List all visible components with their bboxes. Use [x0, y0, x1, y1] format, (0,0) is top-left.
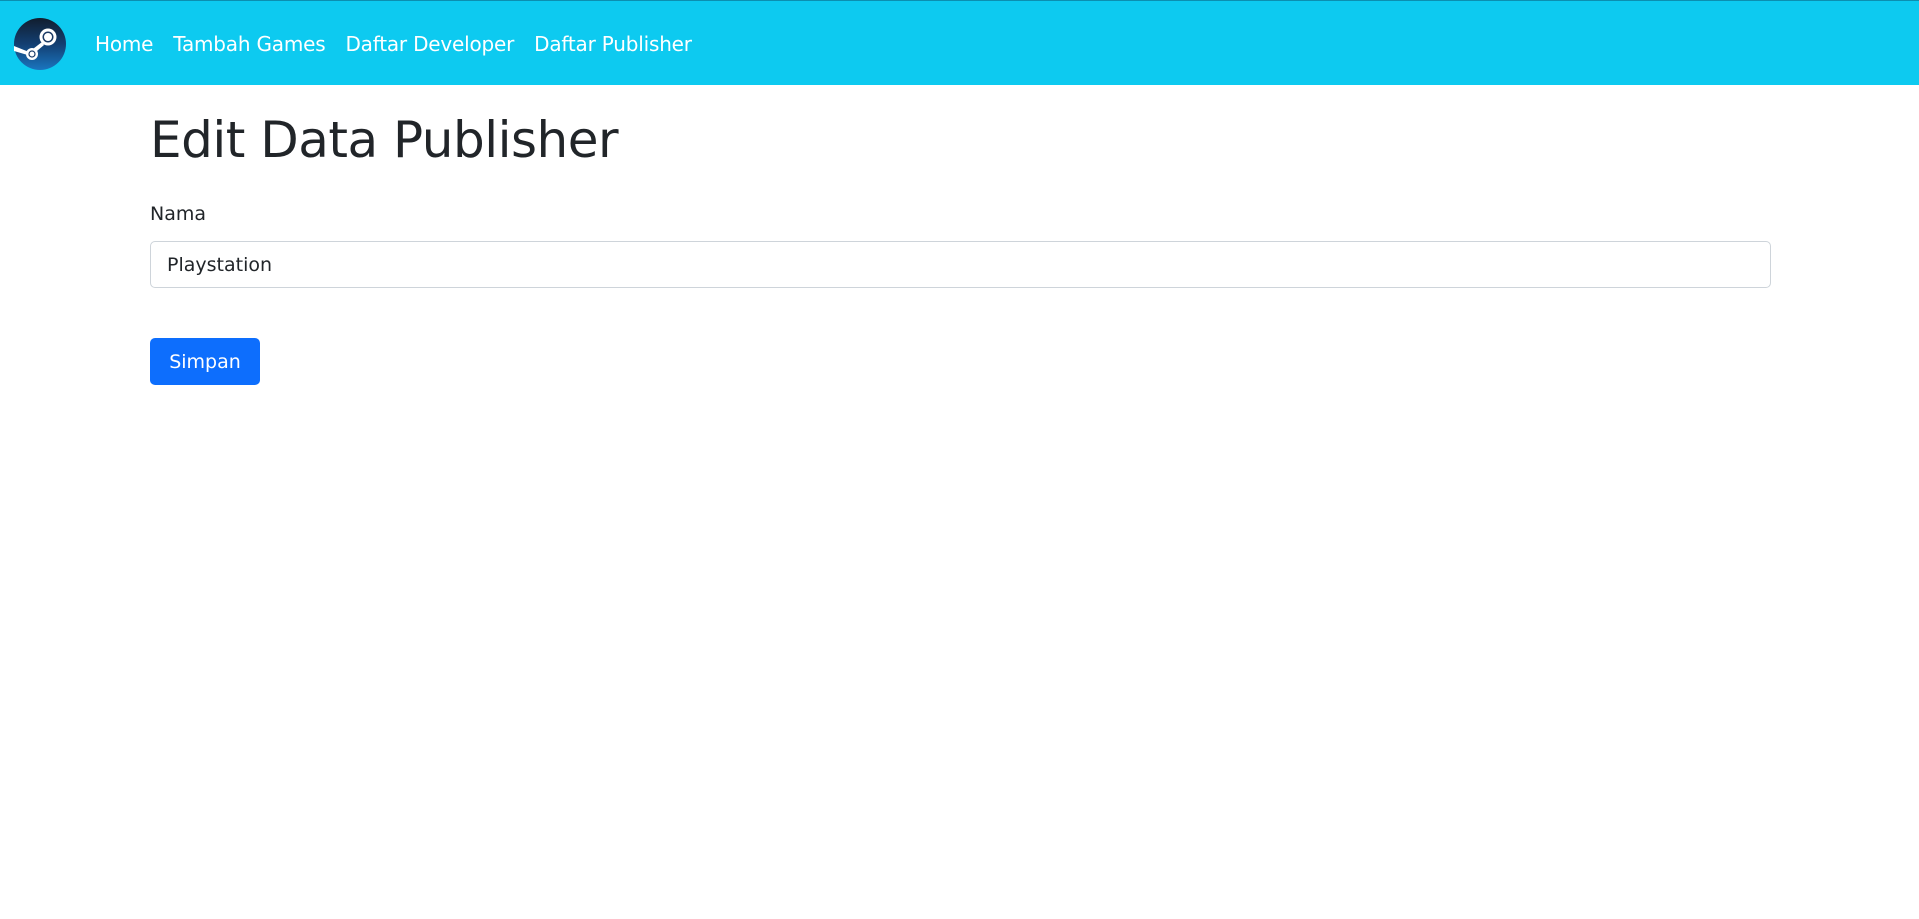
nav-link-home[interactable]: Home — [95, 32, 153, 56]
nav-link-daftar-developer[interactable]: Daftar Developer — [345, 32, 514, 56]
nav-links: Home Tambah Games Daftar Developer Dafta… — [95, 1, 712, 86]
name-label: Nama — [150, 203, 207, 225]
page-title: Edit Data Publisher — [150, 111, 619, 169]
top-navbar: Home Tambah Games Daftar Developer Dafta… — [0, 0, 1919, 85]
nav-link-tambah-games[interactable]: Tambah Games — [173, 32, 325, 56]
save-button[interactable]: Simpan — [150, 338, 260, 385]
name-input[interactable] — [150, 241, 1771, 288]
steam-logo-icon[interactable] — [14, 18, 66, 70]
nav-link-daftar-publisher[interactable]: Daftar Publisher — [534, 32, 692, 56]
